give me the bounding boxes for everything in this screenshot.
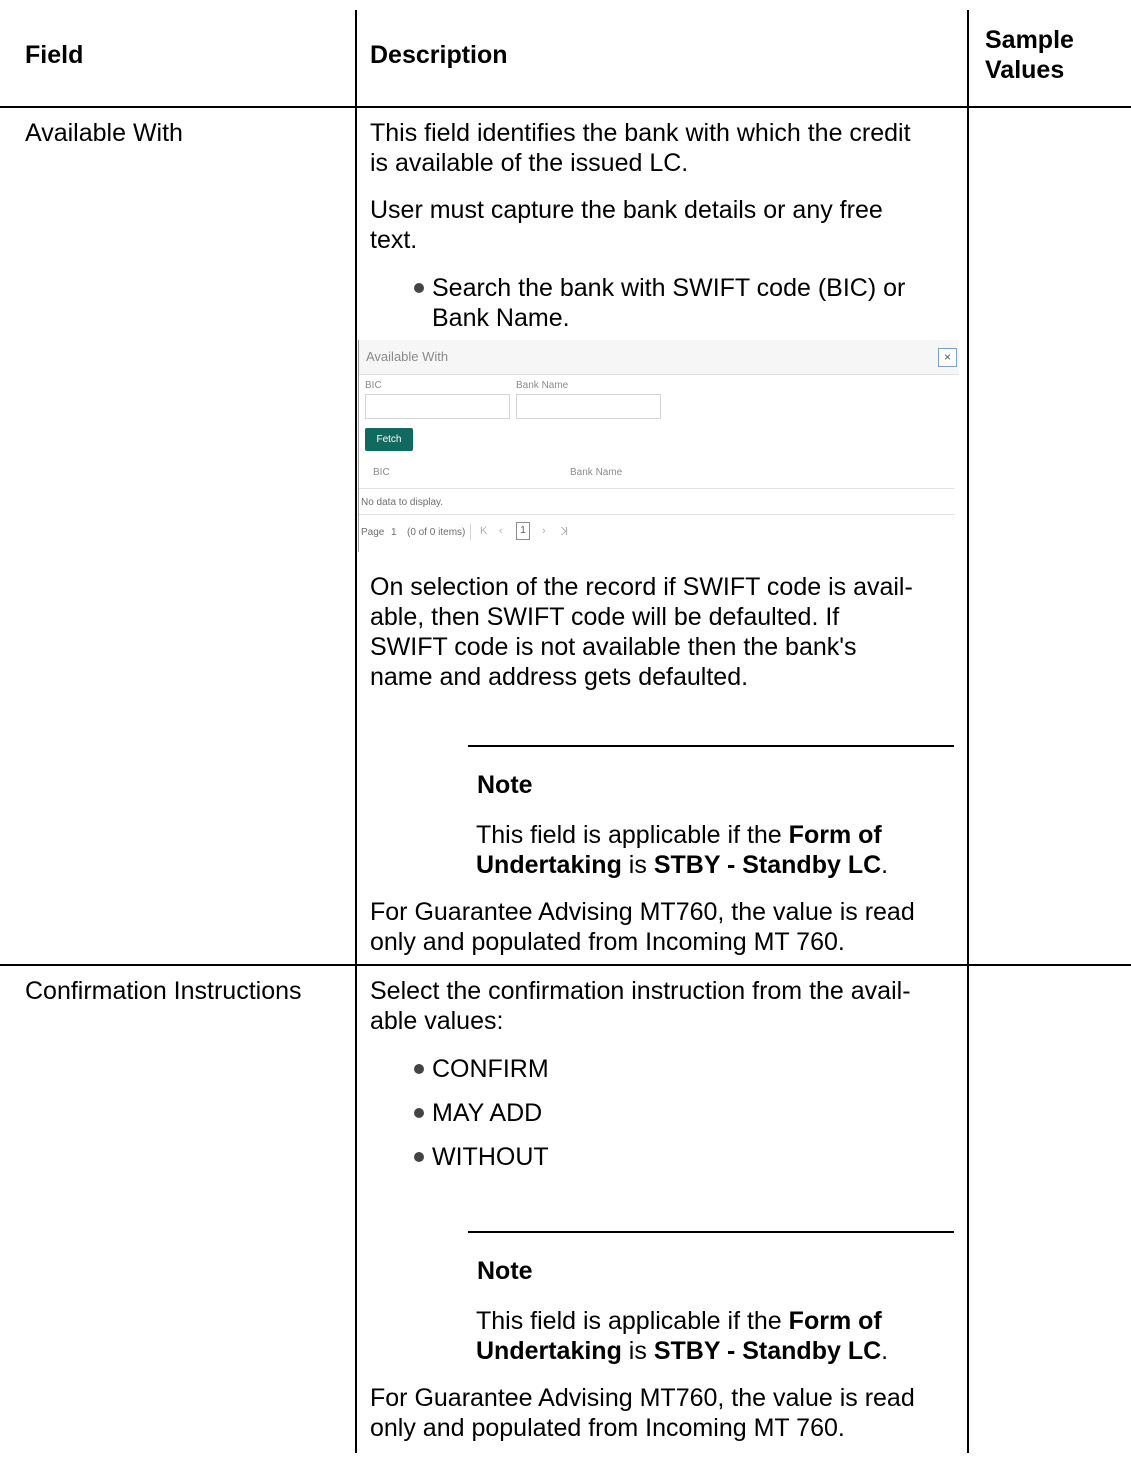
row2-bullet-3: WITHOUT xyxy=(432,1143,549,1171)
note-title: Note xyxy=(477,771,533,799)
items-info: (0 of 0 items) xyxy=(407,527,466,538)
bic-input[interactable] xyxy=(365,394,510,419)
row1-bullet1-l2: Bank Name. xyxy=(432,304,570,332)
row-rule xyxy=(0,964,1131,966)
note-text: This field is applicable if the Form of … xyxy=(476,1307,889,1365)
bullet-icon xyxy=(414,283,424,293)
header-field: Field xyxy=(25,41,84,69)
page-label: Page xyxy=(361,527,385,538)
column-divider-1 xyxy=(355,10,357,1453)
row1-para3-l3: SWIFT code is not available then the ban… xyxy=(370,633,857,661)
row1-bullet1-l1: Search the bank with SWIFT code (BIC) or xyxy=(432,274,906,302)
column-bic[interactable]: BIC xyxy=(373,467,390,478)
next-page-icon[interactable]: › xyxy=(542,525,546,537)
empty-message: No data to display. xyxy=(361,497,444,508)
row2-field: Confirmation Instructions xyxy=(25,977,302,1005)
header-sample-values-2: Values xyxy=(985,56,1065,84)
header-rule xyxy=(0,106,1131,108)
row2-para1-l2: able values: xyxy=(370,1007,504,1035)
column-bank-name[interactable]: Bank Name xyxy=(570,467,622,478)
row2-para2-l2: only and populated from Incoming MT 760. xyxy=(370,1414,845,1442)
row2-para1-l1: Select the confirmation instruction from… xyxy=(370,977,911,1005)
note-rule xyxy=(468,1231,954,1233)
row1-para3-l1: On selection of the record if SWIFT code… xyxy=(370,573,913,601)
row1-field: Available With xyxy=(25,119,183,147)
row2-bullet-1: CONFIRM xyxy=(432,1055,549,1083)
bullet-icon xyxy=(414,1108,424,1118)
row1-para4-l1: For Guarantee Advising MT760, the value … xyxy=(370,898,915,926)
fetch-button[interactable]: Fetch xyxy=(365,428,413,451)
row1-para2-l2: text. xyxy=(370,226,418,254)
first-page-icon[interactable]: K xyxy=(480,525,487,537)
header-description: Description xyxy=(370,41,508,69)
row1-para2-l1: User must capture the bank details or an… xyxy=(370,196,883,224)
row1-para1-l2: is available of the issued LC. xyxy=(370,149,689,177)
last-page-icon[interactable]: ꓘ xyxy=(561,525,568,538)
row1-para4-l2: only and populated from Incoming MT 760. xyxy=(370,928,845,956)
row1-para1-l1: This field identifies the bank with whic… xyxy=(370,119,911,147)
row1-para3-l2: able, then SWIFT code will be defaulted.… xyxy=(370,603,840,631)
current-page-box[interactable]: 1 xyxy=(516,522,530,540)
prev-page-icon[interactable]: ‹ xyxy=(499,525,503,537)
bullet-icon xyxy=(414,1152,424,1162)
note-title: Note xyxy=(477,1257,533,1285)
row2-para2-l1: For Guarantee Advising MT760, the value … xyxy=(370,1384,915,1412)
bullet-icon xyxy=(414,1064,424,1074)
note-rule xyxy=(468,745,954,747)
close-icon[interactable]: × xyxy=(938,348,957,367)
note-text: This field is applicable if the Form of … xyxy=(476,821,889,879)
bank-name-input[interactable] xyxy=(516,394,661,419)
dialog-title: Available With xyxy=(366,349,449,364)
header-sample-values-1: Sample xyxy=(985,26,1074,54)
row2-bullet-2: MAY ADD xyxy=(432,1099,543,1127)
row1-para3-l4: name and address gets defaulted. xyxy=(370,663,749,691)
bank-name-label: Bank Name xyxy=(516,380,569,391)
available-with-dialog-screenshot: Available With × BIC Bank Name Fetch BIC… xyxy=(358,340,960,552)
bic-label: BIC xyxy=(365,380,382,391)
dialog-titlebar: Available With xyxy=(359,340,959,375)
page-number: 1 xyxy=(391,527,397,538)
column-divider-2 xyxy=(967,10,969,1453)
